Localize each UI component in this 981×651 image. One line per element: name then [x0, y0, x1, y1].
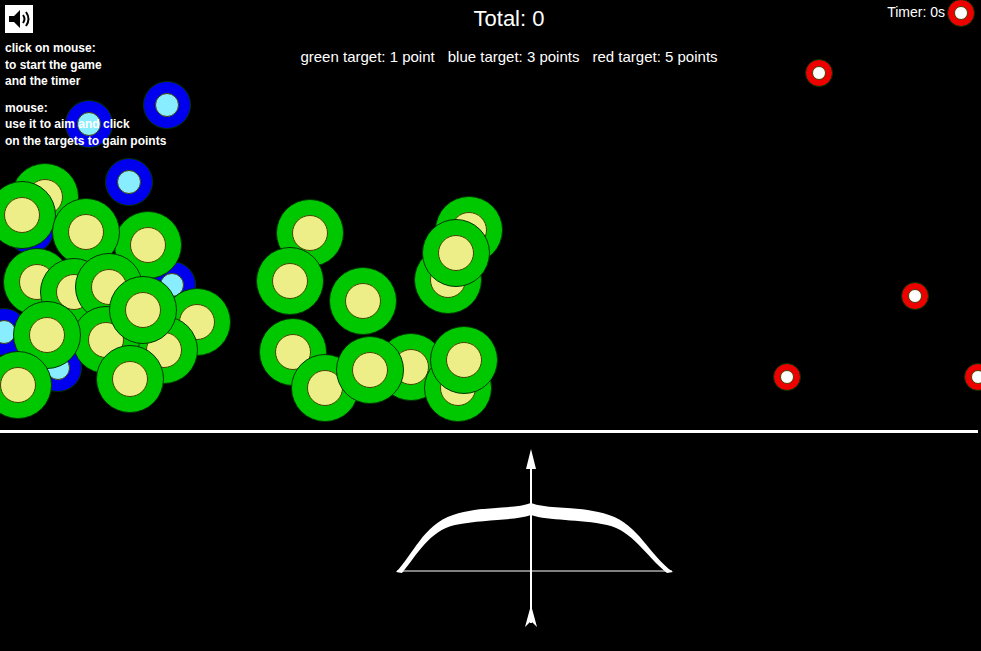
instruction-block: mouse:use it to aim and clickon the targ… — [5, 100, 166, 150]
target[interactable] — [143, 81, 191, 129]
instruction-line: to start the game — [5, 57, 166, 74]
instruction-block: click on mouse:to start the gameand the … — [5, 40, 166, 90]
target[interactable] — [329, 267, 397, 335]
target-center — [272, 263, 308, 299]
target-center — [29, 317, 65, 353]
target-center — [4, 197, 40, 233]
target-center — [0, 367, 36, 403]
target-center — [292, 215, 328, 251]
target-center — [812, 66, 826, 80]
game-page: click on mouse:to start the gameand the … — [0, 0, 981, 651]
target[interactable] — [947, 0, 975, 27]
target-center — [155, 93, 179, 117]
points-legend: green target: 1 point blue target: 3 poin… — [300, 47, 717, 67]
hud: Total: 0 green target: 1 point blue target… — [0, 4, 978, 67]
target[interactable] — [336, 336, 404, 404]
target[interactable] — [773, 363, 801, 391]
target[interactable] — [805, 59, 833, 87]
target-center — [125, 292, 161, 328]
target[interactable] — [105, 158, 153, 206]
target-center — [68, 214, 104, 250]
legend-item: green target: 1 point — [300, 47, 434, 67]
instruction-heading: click on mouse: — [5, 40, 166, 57]
timer: Timer: 0s — [887, 3, 945, 21]
target-center — [971, 370, 981, 384]
target-center — [446, 342, 482, 378]
target[interactable] — [422, 219, 490, 287]
instruction-heading: mouse: — [5, 100, 166, 117]
instructions: click on mouse:to start the gameand the … — [5, 40, 166, 149]
target[interactable] — [901, 282, 929, 310]
instruction-line: use it to aim and click — [5, 116, 166, 133]
instruction-line: on the targets to gain points — [5, 133, 166, 150]
target[interactable] — [96, 345, 164, 413]
target[interactable] — [964, 363, 981, 391]
instruction-line: and the timer — [5, 73, 166, 90]
sound-button[interactable] — [5, 5, 33, 33]
target-center — [954, 6, 968, 20]
target[interactable] — [109, 276, 177, 344]
legend-item: blue target: 3 points — [448, 47, 580, 67]
bow-area — [0, 433, 981, 635]
target-center — [780, 370, 794, 384]
target-center — [438, 235, 474, 271]
target-center — [112, 361, 148, 397]
target-center — [352, 352, 388, 388]
target-center — [117, 170, 141, 194]
target-center — [345, 283, 381, 319]
speaker-icon — [5, 5, 33, 33]
target[interactable] — [430, 326, 498, 394]
play-field[interactable]: click on mouse:to start the gameand the … — [0, 0, 978, 433]
target-center — [130, 227, 166, 263]
bow-icon[interactable] — [383, 445, 683, 635]
legend-item: red target: 5 points — [592, 47, 717, 67]
total-score: Total: 0 — [474, 4, 545, 34]
target[interactable] — [256, 247, 324, 315]
target-center — [908, 289, 922, 303]
